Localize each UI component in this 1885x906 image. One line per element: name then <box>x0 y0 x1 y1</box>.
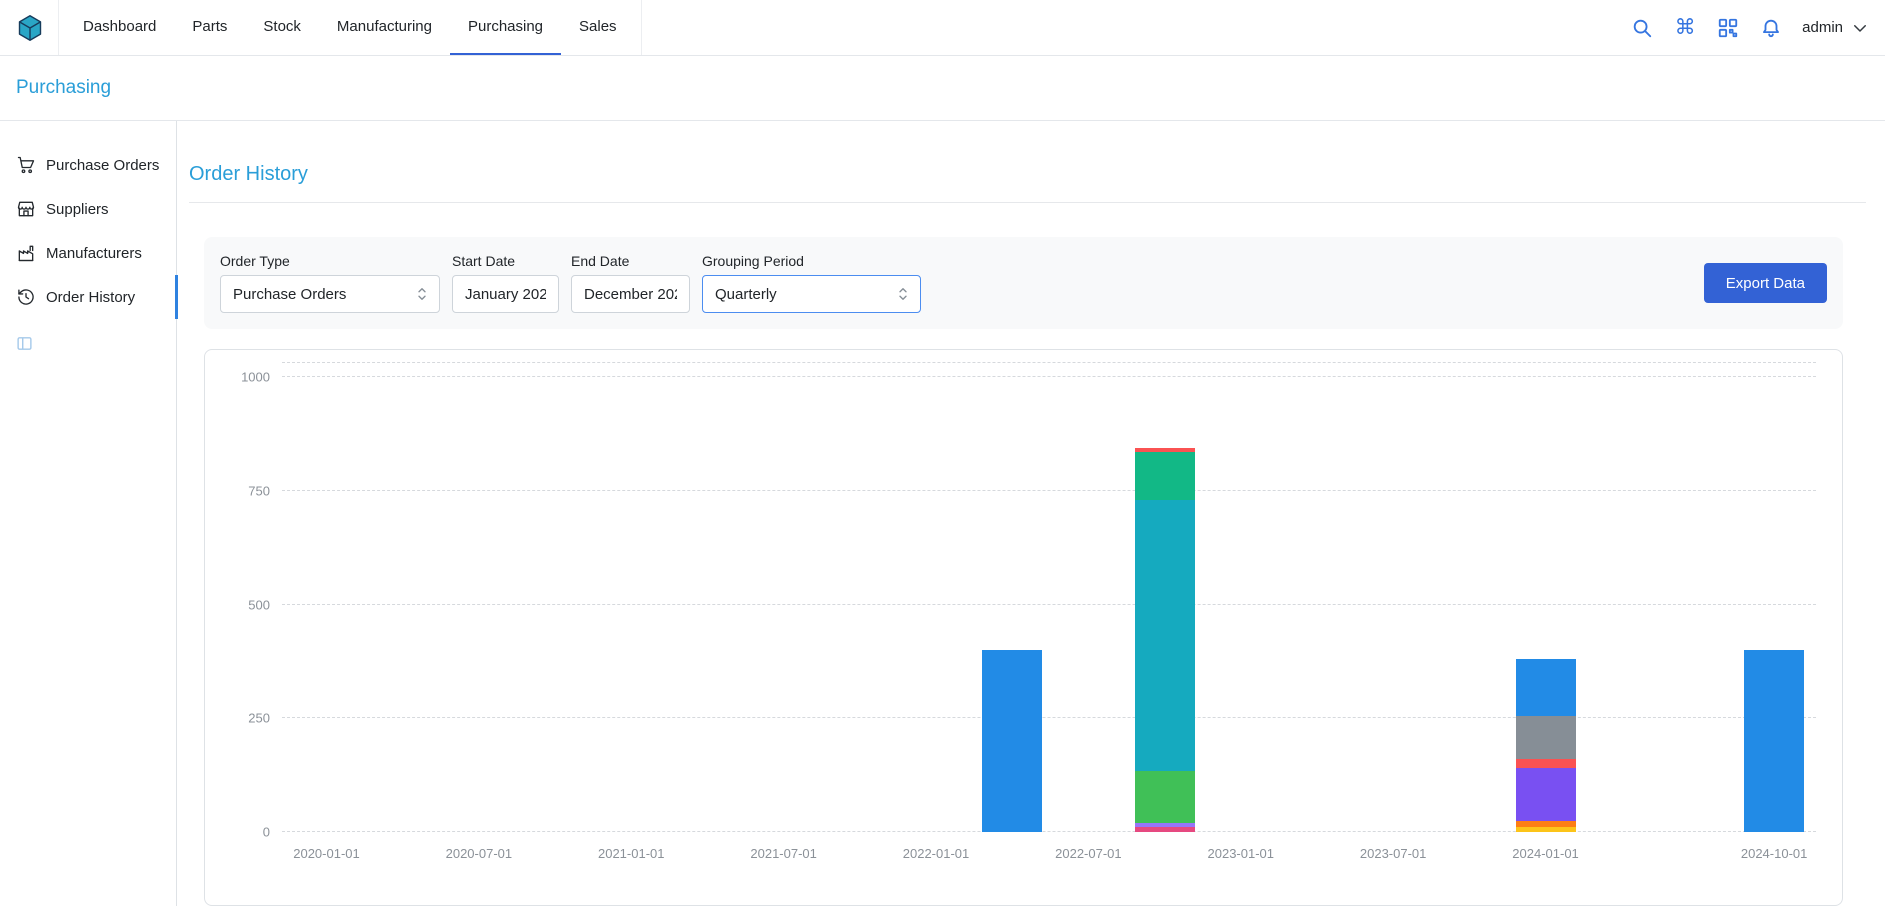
barcode-scan-icon[interactable] <box>1716 16 1740 40</box>
start-date-label: Start Date <box>452 253 559 269</box>
chart-bar[interactable] <box>1744 650 1804 832</box>
sidebar-item-label: Manufacturers <box>46 245 142 262</box>
page-header: Purchasing <box>0 56 1885 121</box>
y-tick-label: 250 <box>224 711 270 726</box>
sidebar-item-order-history[interactable]: Order History <box>0 275 176 319</box>
sidebar-item-label: Purchase Orders <box>46 157 159 174</box>
bar-segment[interactable] <box>1516 768 1576 820</box>
order-type-label: Order Type <box>220 253 440 269</box>
search-icon[interactable] <box>1630 16 1654 40</box>
start-date-field: Start Date <box>452 253 559 313</box>
x-tick-label: 2022-01-01 <box>903 846 970 861</box>
tab-stock[interactable]: Stock <box>245 0 319 55</box>
main-panel: Order History Order Type Purchase Orders… <box>177 121 1885 906</box>
bar-segment[interactable] <box>982 650 1042 832</box>
x-tick-label: 2024-01-01 <box>1512 846 1579 861</box>
y-gridline <box>282 490 1816 491</box>
x-tick-label: 2023-01-01 <box>1208 846 1275 861</box>
x-tick-label: 2022-07-01 <box>1055 846 1122 861</box>
app-logo-icon[interactable] <box>16 14 44 42</box>
tab-purchasing[interactable]: Purchasing <box>450 0 561 55</box>
chart-bar[interactable] <box>982 650 1042 832</box>
x-tick-label: 2024-10-01 <box>1741 846 1808 861</box>
y-tick-label: 750 <box>224 483 270 498</box>
bar-segment[interactable] <box>1135 771 1195 823</box>
y-gridline <box>282 604 1816 605</box>
sidebar: Purchase Orders Suppliers Manufacturers <box>0 121 177 906</box>
tab-manufacturing[interactable]: Manufacturing <box>319 0 450 55</box>
command-palette-icon[interactable]: ⌘ <box>1673 16 1697 40</box>
end-date-label: End Date <box>571 253 690 269</box>
x-tick-label: 2021-07-01 <box>750 846 817 861</box>
end-date-input[interactable] <box>571 275 690 313</box>
history-clock-icon <box>16 287 36 307</box>
order-type-value: Purchase Orders <box>233 286 346 303</box>
navbar-actions: ⌘ admin <box>1630 16 1869 40</box>
page-title: Order History <box>189 163 1866 186</box>
plot-top-gridline <box>282 362 1816 363</box>
chart-bar[interactable] <box>1516 659 1576 832</box>
breadcrumb[interactable]: Purchasing <box>16 77 111 99</box>
bar-segment[interactable] <box>1516 659 1576 716</box>
bar-segment[interactable] <box>1744 650 1804 832</box>
chart-bar[interactable] <box>1135 448 1195 832</box>
user-menu[interactable]: admin <box>1802 19 1869 37</box>
export-data-button[interactable]: Export Data <box>1704 263 1827 303</box>
chart-card: 0 250 500 750 1000 2020-01-01 2020-07-01 2021-0… <box>204 349 1843 906</box>
x-tick-label: 2020-01-01 <box>293 846 360 861</box>
chevron-down-icon <box>1851 19 1869 37</box>
tab-dashboard[interactable]: Dashboard <box>65 0 174 55</box>
bar-segment[interactable] <box>1135 452 1195 500</box>
x-tick-label: 2023-07-01 <box>1360 846 1427 861</box>
sidebar-item-suppliers[interactable]: Suppliers <box>0 187 176 231</box>
y-tick-label: 0 <box>224 825 270 840</box>
select-chevrons-icon <box>894 285 912 303</box>
grouping-period-select[interactable]: Quarterly <box>702 275 921 313</box>
storefront-icon <box>16 199 36 219</box>
bar-segment[interactable] <box>1135 500 1195 771</box>
username-label: admin <box>1802 19 1843 36</box>
bar-segment[interactable] <box>1516 827 1576 832</box>
x-tick-label: 2021-01-01 <box>598 846 665 861</box>
y-tick-label: 500 <box>224 597 270 612</box>
sidebar-item-label: Order History <box>46 289 135 306</box>
x-tick-label: 2020-07-01 <box>446 846 513 861</box>
content-area: Purchase Orders Suppliers Manufacturers <box>0 121 1885 906</box>
bar-segment[interactable] <box>1516 759 1576 768</box>
tab-sales[interactable]: Sales <box>561 0 635 55</box>
shopping-cart-icon <box>16 155 36 175</box>
bar-segment[interactable] <box>1516 716 1576 759</box>
grouping-period-value: Quarterly <box>715 286 777 303</box>
sidebar-item-purchase-orders[interactable]: Purchase Orders <box>0 143 176 187</box>
notifications-bell-icon[interactable] <box>1759 16 1783 40</box>
y-tick-label: 1000 <box>224 370 270 385</box>
title-divider <box>189 202 1866 203</box>
order-type-field: Order Type Purchase Orders <box>220 253 440 313</box>
chart-plot-area[interactable]: 025050075010002020-01-012020-07-012021-0… <box>282 362 1816 832</box>
sidebar-item-manufacturers[interactable]: Manufacturers <box>0 231 176 275</box>
filter-panel: Order Type Purchase Orders Start Date En… <box>204 237 1843 329</box>
y-gridline <box>282 717 1816 718</box>
factory-icon <box>16 243 36 263</box>
grouping-period-field: Grouping Period Quarterly <box>702 253 921 313</box>
navbar: Dashboard Parts Stock Manufacturing Purc… <box>0 0 1885 56</box>
order-type-select[interactable]: Purchase Orders <box>220 275 440 313</box>
sidebar-collapse-icon[interactable] <box>16 335 33 352</box>
grouping-period-label: Grouping Period <box>702 253 921 269</box>
main-nav-tabs: Dashboard Parts Stock Manufacturing Purc… <box>58 0 642 55</box>
sidebar-item-label: Suppliers <box>46 201 109 218</box>
bar-segment[interactable] <box>1135 827 1195 832</box>
y-gridline <box>282 831 1816 832</box>
select-chevrons-icon <box>413 285 431 303</box>
bar-segment[interactable] <box>1516 821 1576 828</box>
y-gridline <box>282 376 1816 377</box>
tab-parts[interactable]: Parts <box>174 0 245 55</box>
start-date-input[interactable] <box>452 275 559 313</box>
end-date-field: End Date <box>571 253 690 313</box>
